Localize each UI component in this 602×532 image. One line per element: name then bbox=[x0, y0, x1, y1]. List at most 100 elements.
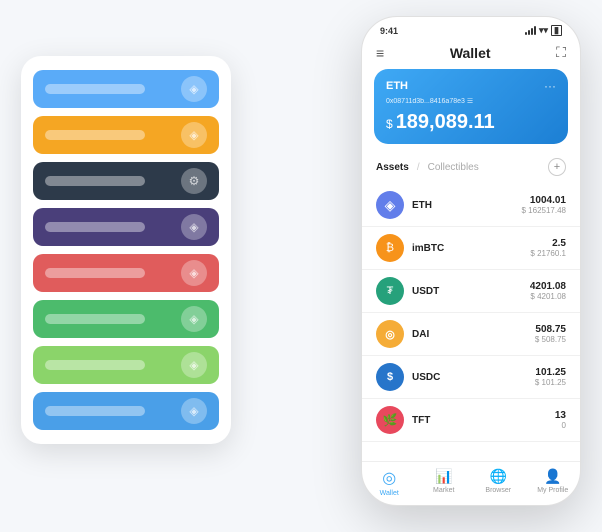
tab-collectibles[interactable]: Collectibles bbox=[428, 162, 479, 173]
table-row[interactable]: ₿ imBTC 2.5 $ 21760.1 bbox=[362, 227, 580, 270]
card-label bbox=[45, 222, 145, 232]
list-item[interactable]: ◈ bbox=[33, 116, 219, 154]
scene: ◈ ◈ ⚙ ◈ ◈ ◈ ◈ ◈ bbox=[21, 16, 581, 516]
card-icon: ◈ bbox=[181, 122, 207, 148]
asset-amount: 508.75 bbox=[535, 324, 566, 335]
list-item[interactable]: ◈ bbox=[33, 300, 219, 338]
list-item[interactable]: ◈ bbox=[33, 392, 219, 430]
table-row[interactable]: ◈ ETH 1004.01 $ 162517.48 bbox=[362, 184, 580, 227]
usdc-icon: $ bbox=[376, 363, 404, 391]
battery-icon: ▮ bbox=[551, 25, 562, 36]
eth-address: 0x08711d3b...8416a78e3 ☰ bbox=[386, 97, 556, 105]
nav-item-wallet[interactable]: ◎ Wallet bbox=[362, 468, 417, 497]
asset-values: 508.75 $ 508.75 bbox=[535, 324, 566, 344]
phone-mockup: 9:41 ▾▾ ▮ ≡ Wallet ⛶ ETH ··· bbox=[361, 16, 581, 506]
eth-card-header: ETH ··· bbox=[386, 79, 556, 93]
card-label bbox=[45, 130, 145, 140]
market-nav-icon: 📊 bbox=[435, 468, 452, 485]
phone-header: ≡ Wallet ⛶ bbox=[362, 40, 580, 69]
add-asset-button[interactable]: + bbox=[548, 158, 566, 176]
page-title: Wallet bbox=[450, 45, 491, 61]
list-item[interactable]: ◈ bbox=[33, 254, 219, 292]
asset-usd: 0 bbox=[555, 421, 566, 430]
asset-usd: $ 101.25 bbox=[535, 378, 566, 387]
wifi-icon: ▾▾ bbox=[539, 25, 548, 36]
asset-amount: 1004.01 bbox=[522, 195, 567, 206]
card-label bbox=[45, 406, 145, 416]
asset-name: imBTC bbox=[412, 243, 530, 254]
card-label bbox=[45, 176, 145, 186]
tab-assets[interactable]: Assets bbox=[376, 162, 409, 173]
list-item[interactable]: ◈ bbox=[33, 208, 219, 246]
card-icon: ◈ bbox=[181, 306, 207, 332]
card-icon: ◈ bbox=[181, 76, 207, 102]
card-label bbox=[45, 314, 145, 324]
list-item[interactable]: ◈ bbox=[33, 346, 219, 384]
card-icon: ⚙ bbox=[181, 168, 207, 194]
currency-symbol: $ bbox=[386, 117, 393, 131]
browser-nav-icon: 🌐 bbox=[490, 468, 507, 485]
tab-separator: / bbox=[417, 162, 420, 173]
card-stack: ◈ ◈ ⚙ ◈ ◈ ◈ ◈ ◈ bbox=[21, 56, 231, 444]
nav-item-profile[interactable]: 👤 My Profile bbox=[526, 468, 581, 497]
asset-values: 4201.08 $ 4201.08 bbox=[530, 281, 566, 301]
asset-amount: 101.25 bbox=[535, 367, 566, 378]
signal-icon bbox=[525, 27, 536, 35]
eth-icon: ◈ bbox=[376, 191, 404, 219]
tft-icon: 🌿 bbox=[376, 406, 404, 434]
imbtc-icon: ₿ bbox=[376, 234, 404, 262]
asset-name: DAI bbox=[412, 329, 535, 340]
menu-icon[interactable]: ≡ bbox=[376, 45, 384, 61]
table-row[interactable]: $ USDC 101.25 $ 101.25 bbox=[362, 356, 580, 399]
table-row[interactable]: ◎ DAI 508.75 $ 508.75 bbox=[362, 313, 580, 356]
asset-values: 101.25 $ 101.25 bbox=[535, 367, 566, 387]
asset-usd: $ 162517.48 bbox=[522, 206, 567, 215]
wallet-nav-label: Wallet bbox=[380, 490, 399, 497]
table-row[interactable]: 🌿 TFT 13 0 bbox=[362, 399, 580, 442]
list-item[interactable]: ◈ bbox=[33, 70, 219, 108]
card-icon: ◈ bbox=[181, 260, 207, 286]
nav-item-browser[interactable]: 🌐 Browser bbox=[471, 468, 526, 497]
card-icon: ◈ bbox=[181, 214, 207, 240]
asset-name: USDT bbox=[412, 286, 530, 297]
eth-label: ETH bbox=[386, 80, 408, 92]
asset-amount: 2.5 bbox=[530, 238, 566, 249]
eth-balance: $189,089.11 bbox=[386, 111, 556, 134]
nav-item-market[interactable]: 📊 Market bbox=[417, 468, 472, 497]
wallet-nav-icon: ◎ bbox=[382, 468, 396, 488]
card-label bbox=[45, 360, 145, 370]
card-label bbox=[45, 268, 145, 278]
asset-values: 13 0 bbox=[555, 410, 566, 430]
asset-usd: $ 21760.1 bbox=[530, 249, 566, 258]
browser-nav-label: Browser bbox=[485, 487, 511, 494]
asset-values: 2.5 $ 21760.1 bbox=[530, 238, 566, 258]
more-icon[interactable]: ··· bbox=[544, 79, 556, 93]
time-display: 9:41 bbox=[380, 26, 398, 36]
market-nav-label: Market bbox=[433, 487, 454, 494]
asset-name: USDC bbox=[412, 372, 535, 383]
card-label bbox=[45, 84, 145, 94]
expand-icon[interactable]: ⛶ bbox=[556, 44, 566, 61]
asset-name: ETH bbox=[412, 200, 522, 211]
profile-nav-label: My Profile bbox=[537, 487, 568, 494]
card-icon: ◈ bbox=[181, 398, 207, 424]
dai-icon: ◎ bbox=[376, 320, 404, 348]
asset-usd: $ 4201.08 bbox=[530, 292, 566, 301]
asset-list: ◈ ETH 1004.01 $ 162517.48 ₿ imBTC 2.5 $ … bbox=[362, 184, 580, 461]
asset-amount: 13 bbox=[555, 410, 566, 421]
asset-usd: $ 508.75 bbox=[535, 335, 566, 344]
table-row[interactable]: ₮ USDT 4201.08 $ 4201.08 bbox=[362, 270, 580, 313]
bottom-nav: ◎ Wallet 📊 Market 🌐 Browser 👤 My Profile bbox=[362, 461, 580, 505]
profile-nav-icon: 👤 bbox=[544, 468, 561, 485]
usdt-icon: ₮ bbox=[376, 277, 404, 305]
eth-card[interactable]: ETH ··· 0x08711d3b...8416a78e3 ☰ $189,08… bbox=[374, 69, 568, 144]
card-icon: ◈ bbox=[181, 352, 207, 378]
assets-header: Assets / Collectibles + bbox=[362, 154, 580, 184]
asset-amount: 4201.08 bbox=[530, 281, 566, 292]
asset-name: TFT bbox=[412, 415, 555, 426]
asset-values: 1004.01 $ 162517.48 bbox=[522, 195, 567, 215]
assets-tabs: Assets / Collectibles bbox=[376, 162, 479, 173]
list-item[interactable]: ⚙ bbox=[33, 162, 219, 200]
status-bar: 9:41 ▾▾ ▮ bbox=[362, 17, 580, 40]
status-icons: ▾▾ ▮ bbox=[525, 25, 562, 36]
